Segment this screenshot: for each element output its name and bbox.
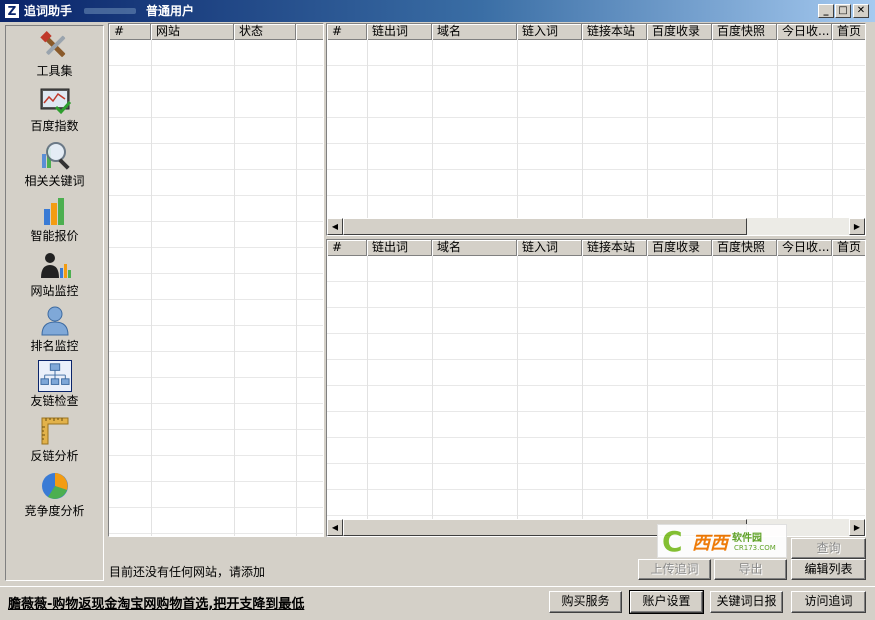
maximize-button[interactable]: □ — [835, 4, 851, 18]
visit-site-button[interactable]: 访问追词 — [791, 591, 866, 613]
magnifier-icon — [42, 142, 70, 170]
col-header-today-indexed[interactable]: 今日收... — [777, 240, 832, 256]
grid-header: # 链出词 域名 链入词 链接本站 百度收录 百度快照 今日收... 首页 — [327, 24, 865, 40]
tool-sidebar: 工具集 百度指数 相关关键词 智能报价 网站监控 排名监控 友链检查 反链分析 … — [5, 25, 104, 581]
tools-icon — [40, 31, 66, 57]
scroll-right-button[interactable]: ▶ — [849, 218, 865, 235]
sidebar-item-label: 友链检查 — [30, 394, 79, 408]
sidebar-item-label: 网站监控 — [30, 284, 79, 298]
sidebar-item-label: 反链分析 — [30, 449, 79, 463]
col-header-baidu-snapshot[interactable]: 百度快照 — [712, 240, 777, 256]
col-header-index[interactable]: # — [327, 24, 367, 40]
sidebar-item-label: 排名监控 — [30, 339, 79, 353]
maximize-icon: □ — [838, 5, 848, 16]
col-header-index[interactable]: # — [109, 24, 151, 40]
bar-chart-icon — [44, 198, 64, 225]
arrow-left-icon: ◀ — [331, 523, 339, 532]
sidebar-item-label: 百度指数 — [30, 119, 79, 133]
ad-link[interactable]: 膽薇薇-购物返现金淘宝网购物首选,把开支降到最低 — [8, 593, 304, 612]
col-header-site[interactable]: 网站 — [151, 24, 234, 40]
empty-site-status: 目前还没有任何网站，请添加 — [109, 565, 266, 579]
sidebar-item-label: 工具集 — [36, 64, 73, 78]
col-header-domain[interactable]: 域名 — [432, 240, 517, 256]
blurred-username — [84, 8, 136, 14]
scroll-right-button[interactable]: ▶ — [849, 519, 865, 536]
col-header-homepage[interactable]: 首页 — [832, 240, 865, 256]
sidebar-item-label: 相关关键词 — [24, 174, 85, 188]
arrow-left-icon: ◀ — [331, 222, 339, 231]
footer-bar: 膽薇薇-购物返现金淘宝网购物首选,把开支降到最低 购买服务 账户设置 关键词日报… — [0, 586, 875, 620]
account-settings-button[interactable]: 账户设置 — [629, 590, 704, 614]
keyword-daily-report-button[interactable]: 关键词日报 — [710, 591, 783, 613]
close-button[interactable]: ✕ — [853, 4, 869, 18]
outbound-links-grid[interactable]: # 链出词 域名 链入词 链接本站 百度收录 百度快照 今日收... 首页 ◀ … — [326, 23, 866, 236]
scroll-thumb[interactable] — [343, 218, 747, 235]
col-header-blank — [296, 24, 323, 40]
scroll-left-button[interactable]: ◀ — [327, 218, 343, 235]
col-header-index[interactable]: # — [327, 240, 367, 256]
sidebar-item-rank-monitor[interactable]: 排名监控 — [7, 303, 102, 357]
index-chart-icon — [40, 88, 72, 115]
col-header-baidu-indexed[interactable]: 百度收录 — [647, 24, 712, 40]
sidebar-item-baidu-index[interactable]: 百度指数 — [7, 83, 102, 137]
grid-rows — [327, 40, 865, 218]
buy-service-button[interactable]: 购买服务 — [549, 591, 622, 613]
sidebar-item-friend-links[interactable]: 友链检查 — [7, 358, 102, 412]
col-header-today-indexed[interactable]: 今日收... — [777, 24, 832, 40]
col-header-outbound-word[interactable]: 链出词 — [367, 240, 432, 256]
sidebar-item-related-keywords[interactable]: 相关关键词 — [7, 138, 102, 192]
inbound-links-grid[interactable]: # 链出词 域名 链入词 链接本站 百度收录 百度快照 今日收... 首页 ◀ … — [326, 239, 866, 537]
scroll-left-button[interactable]: ◀ — [327, 519, 343, 536]
col-header-inbound-word[interactable]: 链入词 — [517, 24, 582, 40]
ruler-icon — [41, 417, 69, 445]
upload-button[interactable]: 上传追词 — [638, 559, 711, 580]
window-title: 追词助手 — [24, 4, 73, 18]
col-header-outbound-word[interactable]: 链出词 — [367, 24, 432, 40]
watermark-c-icon: C — [662, 525, 683, 558]
col-header-status[interactable]: 状态 — [234, 24, 296, 40]
minimize-button[interactable]: _ — [818, 4, 834, 18]
title-bar: Z 追词助手 普通用户 _ □ ✕ — [0, 0, 875, 22]
close-icon: ✕ — [856, 5, 866, 16]
col-header-baidu-indexed[interactable]: 百度收录 — [647, 240, 712, 256]
arrow-right-icon: ▶ — [853, 222, 861, 231]
user-role-label: 普通用户 — [146, 4, 195, 18]
col-header-inbound-word[interactable]: 链入词 — [517, 240, 582, 256]
col-header-homepage[interactable]: 首页 — [832, 24, 865, 40]
grid-rows — [327, 256, 865, 519]
minimize-icon: _ — [823, 5, 829, 16]
sidebar-item-competition-analysis[interactable]: 竞争度分析 — [7, 468, 102, 522]
sidebar-item-label: 竞争度分析 — [24, 504, 85, 518]
arrow-right-icon: ▶ — [853, 523, 861, 532]
watermark-logo: C 西西 软件园 CR173.COM — [657, 524, 787, 558]
sidebar-item-backlink-analysis[interactable]: 反链分析 — [7, 413, 102, 467]
col-header-links-to-site[interactable]: 链接本站 — [582, 240, 647, 256]
pie-chart-icon — [42, 473, 68, 499]
sitemap-icon — [38, 360, 72, 392]
edit-list-button[interactable]: 编辑列表 — [791, 559, 866, 580]
col-header-domain[interactable]: 域名 — [432, 24, 517, 40]
sidebar-item-site-monitor[interactable]: 网站监控 — [7, 248, 102, 302]
col-header-baidu-snapshot[interactable]: 百度快照 — [712, 24, 777, 40]
user-icon — [41, 306, 69, 336]
horizontal-scrollbar[interactable]: ◀ ▶ — [327, 218, 865, 235]
export-button[interactable]: 导出 — [714, 559, 787, 580]
watermark-main: 西西 — [692, 533, 728, 554]
watermark-url: CR173.COM — [734, 544, 776, 552]
sidebar-item-smart-quote[interactable]: 智能报价 — [7, 193, 102, 247]
col-header-links-to-site[interactable]: 链接本站 — [582, 24, 647, 40]
sidebar-item-tools[interactable]: 工具集 — [7, 28, 102, 82]
watermark-sub: 软件园 — [732, 533, 762, 544]
grid-header: # 链出词 域名 链入词 链接本站 百度收录 百度快照 今日收... 首页 — [327, 240, 865, 256]
query-button[interactable]: 查询 — [791, 538, 866, 559]
person-chart-icon — [41, 253, 71, 278]
app-logo-icon: Z — [4, 3, 20, 19]
site-list-grid[interactable]: # 网站 状态 — [108, 23, 324, 537]
grid-header: # 网站 状态 — [109, 24, 323, 40]
grid-rows — [109, 40, 323, 536]
sidebar-item-label: 智能报价 — [30, 229, 79, 243]
